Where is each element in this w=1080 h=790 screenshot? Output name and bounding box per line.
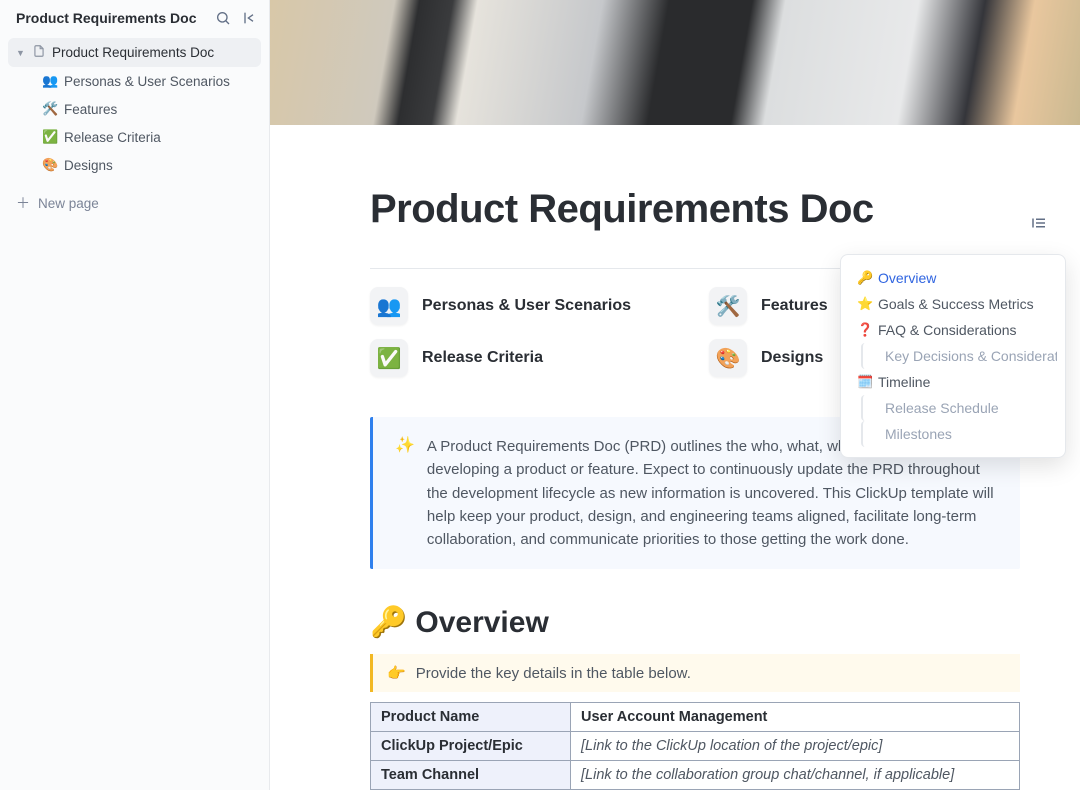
toc-item-label: Timeline <box>878 374 930 390</box>
card-personas[interactable]: 👥 Personas & User Scenarios <box>370 287 681 325</box>
table-val[interactable]: User Account Management <box>571 703 1020 732</box>
toc-item-release-schedule[interactable]: Release Schedule <box>861 395 1057 421</box>
release-icon: ✅ <box>370 339 408 377</box>
toc-item-label: Release Schedule <box>885 400 999 416</box>
caret-down-icon: ▼ <box>16 48 26 58</box>
tree-item-label: Designs <box>64 158 113 173</box>
sidebar-header: Product Requirements Doc <box>0 0 269 34</box>
card-label: Personas & User Scenarios <box>422 297 631 315</box>
personas-icon: 👥 <box>370 287 408 325</box>
table-key: ClickUp Project/Epic <box>371 732 571 761</box>
table-key: Team Channel <box>371 761 571 790</box>
star-icon: ⭐ <box>857 296 872 312</box>
tip-text: Provide the key details in the table bel… <box>416 665 691 682</box>
search-icon[interactable] <box>215 10 231 26</box>
features-icon: 🛠️ <box>42 101 58 117</box>
new-page-label: New page <box>38 196 99 211</box>
tree-root[interactable]: ▼ Product Requirements Doc <box>8 38 261 67</box>
designs-icon: 🎨 <box>42 157 58 173</box>
toc-item-timeline[interactable]: 🗓️ Timeline <box>849 369 1057 395</box>
toc-panel: 🔑 Overview ⭐ Goals & Success Metrics ❓ F… <box>840 254 1066 458</box>
plus-icon: ＋ <box>16 193 30 213</box>
page-tree: ▼ Product Requirements Doc 👥 Personas & … <box>0 34 269 183</box>
toc-item-decisions[interactable]: Key Decisions & Consideratio… <box>861 343 1057 369</box>
toc-item-milestones[interactable]: Milestones <box>861 421 1057 447</box>
designs-icon: 🎨 <box>709 339 747 377</box>
table-row: ClickUp Project/Epic [Link to the ClickU… <box>371 732 1020 761</box>
tree-item-personas[interactable]: 👥 Personas & User Scenarios <box>8 67 261 95</box>
overview-tip: 👉 Provide the key details in the table b… <box>370 654 1020 692</box>
section-title: Overview <box>415 606 548 640</box>
release-icon: ✅ <box>42 129 58 145</box>
toc-item-goals[interactable]: ⭐ Goals & Success Metrics <box>849 291 1057 317</box>
cover-image <box>270 0 1080 125</box>
calendar-icon: 🗓️ <box>857 374 872 390</box>
table-key: Product Name <box>371 703 571 732</box>
table-row: Product Name User Account Management <box>371 703 1020 732</box>
card-label: Features <box>761 297 828 315</box>
toc-item-label: Milestones <box>885 426 952 442</box>
sidebar: Product Requirements Doc ▼ Product Requi… <box>0 0 270 790</box>
personas-icon: 👥 <box>42 73 58 89</box>
toc-item-label: Overview <box>878 270 936 286</box>
tree-item-label: Personas & User Scenarios <box>64 74 230 89</box>
table-val[interactable]: [Link to the collaboration group chat/ch… <box>571 761 1020 790</box>
toc-item-label: Goals & Success Metrics <box>878 296 1034 312</box>
tree-item-label: Features <box>64 102 117 117</box>
overview-table: Product Name User Account Management Cli… <box>370 702 1020 790</box>
point-right-icon: 👉 <box>387 664 406 682</box>
key-icon: 🔑 <box>370 605 407 640</box>
section-overview-heading: 🔑 Overview <box>370 605 1020 640</box>
tree-item-release[interactable]: ✅ Release Criteria <box>8 123 261 151</box>
workspace-title: Product Requirements Doc <box>16 10 215 26</box>
question-icon: ❓ <box>857 322 872 338</box>
toc-toggle-button[interactable] <box>1026 210 1052 236</box>
main-content: 🔑 Overview ⭐ Goals & Success Metrics ❓ F… <box>270 0 1080 790</box>
tree-item-features[interactable]: 🛠️ Features <box>8 95 261 123</box>
table-val[interactable]: [Link to the ClickUp location of the pro… <box>571 732 1020 761</box>
tree-item-label: Release Criteria <box>64 130 161 145</box>
card-label: Designs <box>761 349 823 367</box>
collapse-sidebar-icon[interactable] <box>241 10 257 26</box>
table-row: Team Channel [Link to the collaboration … <box>371 761 1020 790</box>
new-page-button[interactable]: ＋ New page <box>0 183 269 223</box>
card-release[interactable]: ✅ Release Criteria <box>370 339 681 377</box>
tree-root-label: Product Requirements Doc <box>52 45 214 60</box>
toc-item-label: Key Decisions & Consideratio… <box>885 348 1057 364</box>
toc-item-label: FAQ & Considerations <box>878 322 1017 338</box>
features-icon: 🛠️ <box>709 287 747 325</box>
toc-item-overview[interactable]: 🔑 Overview <box>849 265 1057 291</box>
page-title: Product Requirements Doc <box>370 187 1020 232</box>
card-label: Release Criteria <box>422 349 543 367</box>
sparkles-icon: ✨ <box>395 435 415 551</box>
key-icon: 🔑 <box>857 270 872 286</box>
tree-item-designs[interactable]: 🎨 Designs <box>8 151 261 179</box>
toc-item-faq[interactable]: ❓ FAQ & Considerations <box>849 317 1057 343</box>
doc-icon <box>32 44 46 61</box>
